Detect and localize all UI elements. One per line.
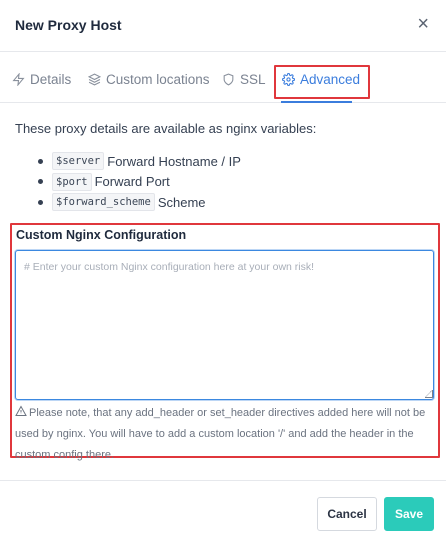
tab-custom-locations[interactable]: Custom locations xyxy=(88,69,210,89)
variable-code: $forward_scheme xyxy=(52,193,155,211)
list-item: $forward_scheme Scheme xyxy=(38,192,241,212)
modal-title: New Proxy Host xyxy=(15,17,122,33)
resize-handle[interactable] xyxy=(425,390,433,398)
gear-icon xyxy=(282,72,295,86)
variable-description: Forward Port xyxy=(94,174,170,189)
tab-bar: Details Custom locations SSL Advanced xyxy=(0,52,446,103)
save-button[interactable]: Save xyxy=(384,497,434,531)
layers-icon xyxy=(88,72,101,86)
warning-icon xyxy=(15,405,27,416)
modal-footer: Cancel Save xyxy=(0,480,446,545)
active-tab-indicator xyxy=(281,101,352,103)
tab-custom-locations-label: Custom locations xyxy=(106,71,210,87)
tab-advanced-label: Advanced xyxy=(300,71,361,87)
close-icon[interactable]: × xyxy=(417,14,429,34)
tab-ssl-label: SSL xyxy=(240,71,266,87)
tab-ssl[interactable]: SSL xyxy=(222,69,266,89)
variable-description: Forward Hostname / IP xyxy=(107,153,241,169)
variable-code: $port xyxy=(52,172,92,191)
proxy-host-modal: New Proxy Host × Details Custom location… xyxy=(0,0,446,545)
variable-code: $server xyxy=(52,152,105,170)
modal-header: New Proxy Host × xyxy=(0,0,446,52)
variables-list: $server Forward Hostname / IP $port Forw… xyxy=(38,151,241,213)
variable-description: Scheme xyxy=(157,194,206,210)
custom-config-textarea[interactable] xyxy=(15,250,434,400)
list-item: $server Forward Hostname / IP xyxy=(38,151,241,171)
list-item: $port Forward Port xyxy=(38,172,241,192)
cancel-button[interactable]: Cancel xyxy=(317,497,377,531)
config-warning-note: Please note, that any add_header or set_… xyxy=(15,403,435,466)
tab-advanced[interactable]: Advanced xyxy=(282,69,360,89)
shield-icon xyxy=(223,73,234,86)
tab-details[interactable]: Details xyxy=(12,69,71,89)
variables-intro: These proxy details are available as ngi… xyxy=(15,121,317,136)
warning-text: Please note, that any add_header or set_… xyxy=(15,407,426,461)
custom-config-label: Custom Nginx Configuration xyxy=(16,228,187,242)
tab-details-label: Details xyxy=(30,71,72,87)
bolt-icon xyxy=(12,72,25,86)
